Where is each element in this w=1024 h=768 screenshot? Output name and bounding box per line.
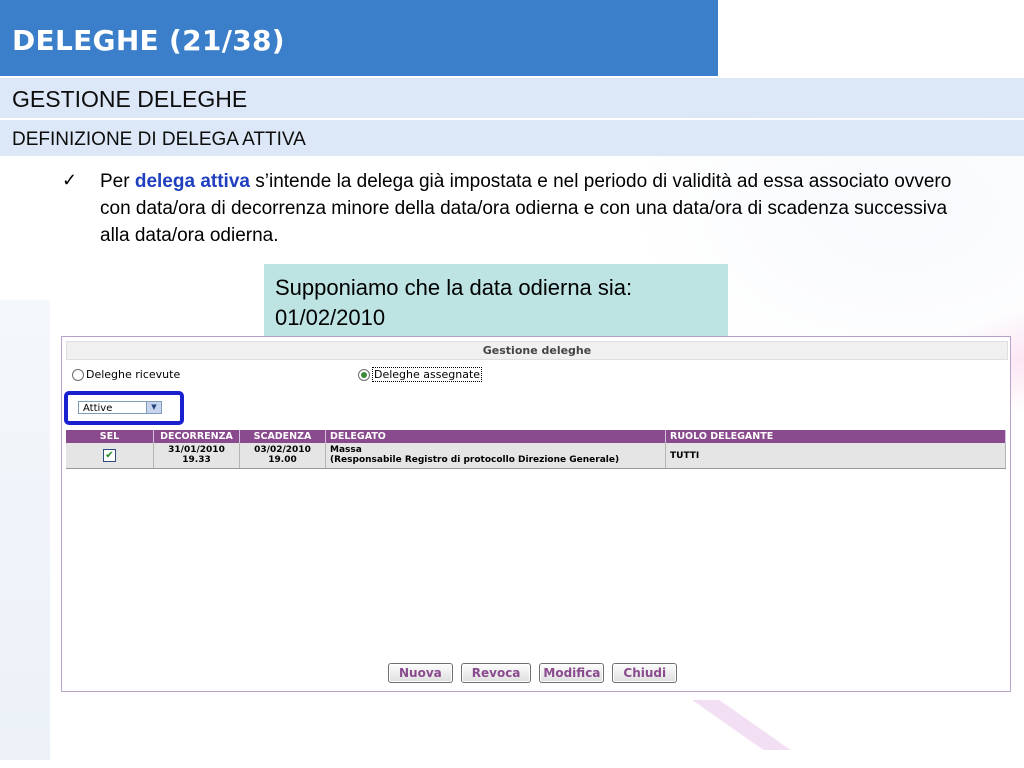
paragraph-lead: Per (100, 171, 135, 192)
radio-button-icon (72, 369, 84, 381)
scadenza-time: 19.00 (268, 455, 297, 465)
decorrenza-date: 31/01/2010 (168, 445, 225, 455)
checkbox[interactable]: ✔ (103, 449, 116, 462)
background-chevron-shape (690, 700, 800, 750)
modify-button[interactable]: Modifica (539, 663, 605, 683)
cell-delegato: Massa (Responsabile Registro di protocol… (326, 443, 666, 468)
title-bar: DELEGHE (21/38) (0, 0, 718, 76)
decorrenza-time: 19.33 (182, 455, 211, 465)
filter-select-value: Attive (83, 403, 113, 414)
radio-received-label: Deleghe ricevute (86, 368, 181, 381)
delegato-name: Massa (330, 445, 362, 455)
cell-decorrenza: 31/01/2010 19.33 (154, 443, 240, 468)
radio-received[interactable]: Deleghe ricevute (72, 368, 180, 381)
slide-title: DELEGHE (21/38) (12, 24, 285, 57)
delegato-role: (Responsabile Registro di protocollo Dir… (330, 455, 620, 465)
delegations-table: SEL DECORRENZA SCADENZA DELEGATO RUOLO D… (66, 430, 1006, 469)
cell-sel: ✔ (66, 443, 154, 468)
subsection-title: DEFINIZIONE DI DELEGA ATTIVA (12, 129, 306, 150)
section-band: GESTIONE DELEGHE (0, 78, 1024, 118)
table-header: SEL DECORRENZA SCADENZA DELEGATO RUOLO D… (66, 430, 1006, 443)
cell-scadenza: 03/02/2010 19.00 (240, 443, 326, 468)
button-bar: Nuova Revoca Modifica Chiudi (388, 663, 678, 683)
panel-header: Gestione deleghe (66, 341, 1008, 360)
paragraph-highlight: delega attiva (134, 171, 250, 192)
column-header-delegato[interactable]: DELEGATO (326, 430, 666, 443)
column-header-sel[interactable]: SEL (66, 430, 154, 443)
app-screenshot: Gestione deleghe Deleghe ricevute Delegh… (61, 336, 1011, 692)
new-button[interactable]: Nuova (388, 663, 453, 683)
note-box: Supponiamo che la data odierna sia: 01/0… (264, 264, 728, 336)
note-text: Supponiamo che la data odierna sia: 01/0… (275, 275, 633, 330)
scadenza-date: 03/02/2010 (254, 445, 311, 455)
close-button[interactable]: Chiudi (612, 663, 678, 683)
radio-assigned[interactable]: Deleghe assegnate (358, 367, 483, 382)
radio-selected-icon (358, 369, 370, 381)
radio-assigned-label: Deleghe assegnate (372, 367, 483, 382)
column-header-ruolo-delegante[interactable]: RUOLO DELEGANTE (666, 430, 1006, 443)
chevron-down-icon[interactable]: ▼ (146, 402, 161, 413)
definition-paragraph: Per delega attiva s’intende la delega gi… (100, 168, 980, 249)
table-row[interactable]: ✔ 31/01/2010 19.33 03/02/2010 19.00 Mass… (66, 443, 1006, 469)
cell-ruolo-delegante: TUTTI (666, 443, 1006, 468)
column-header-decorrenza[interactable]: DECORRENZA (154, 430, 240, 443)
background-blue-shape (0, 300, 50, 760)
subsection-band: DEFINIZIONE DI DELEGA ATTIVA (0, 120, 1024, 156)
checkmark-icon: ✓ (62, 170, 78, 190)
revoke-button[interactable]: Revoca (460, 663, 532, 683)
section-title: GESTIONE DELEGHE (12, 86, 248, 112)
filter-select[interactable]: Attive ▼ (78, 401, 162, 414)
column-header-scadenza[interactable]: SCADENZA (240, 430, 326, 443)
